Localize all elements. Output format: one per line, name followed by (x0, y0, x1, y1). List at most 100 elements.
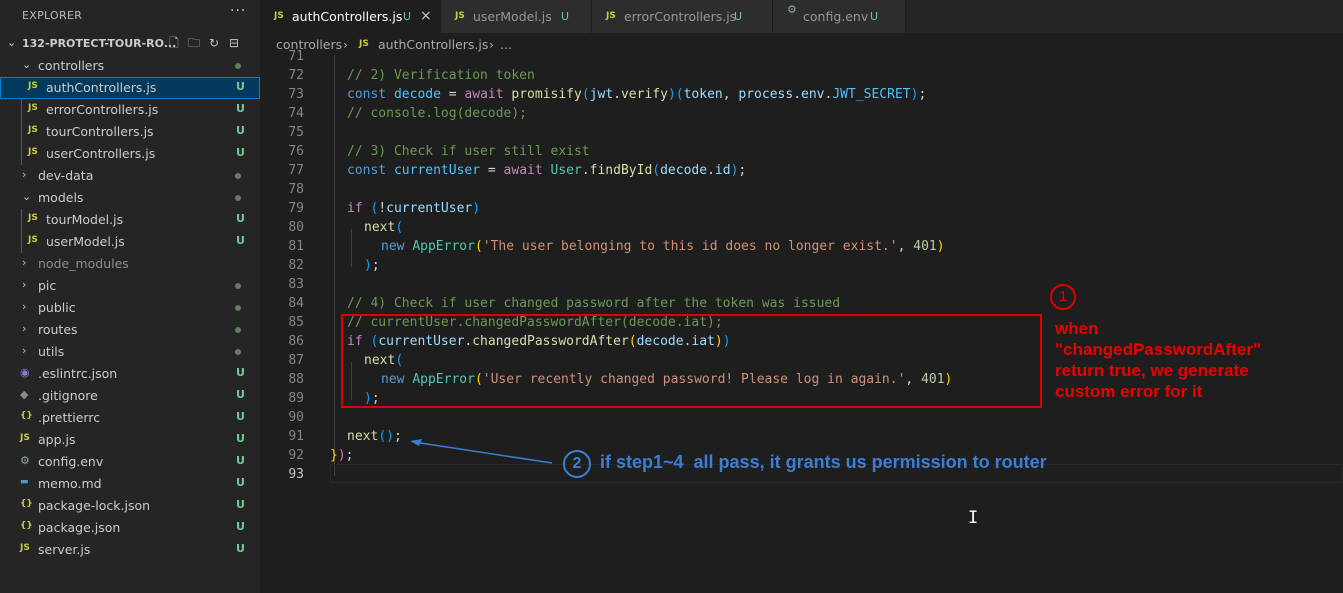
folder-dev-data[interactable]: › dev-data (0, 165, 260, 187)
tree-item-label: .gitignore (38, 388, 98, 403)
untracked-badge: U (236, 388, 245, 401)
tree-item-label: .prettierrc (38, 410, 101, 425)
code-line-81: 81 new AppError('The user belonging to t… (260, 238, 1343, 257)
modified-dot (235, 63, 241, 69)
code-line-78: 78 (260, 181, 1343, 200)
chevron-right-icon: › (22, 322, 27, 335)
untracked-badge: U (236, 410, 245, 423)
folder-public[interactable]: › public (0, 297, 260, 319)
file-usercontrollers[interactable]: JS userControllers.js U (0, 143, 260, 165)
code-comment: // 3) Check if user still exist (347, 144, 590, 159)
code-line-71: 71 (260, 48, 1343, 67)
code-line-73: 73 const decode = await promisify(jwt.ve… (260, 86, 1343, 105)
untracked-badge: U (236, 124, 245, 137)
more-actions-icon[interactable]: ··· (230, 3, 246, 19)
folder-node-modules[interactable]: › node_modules (0, 253, 260, 275)
untracked-badge: U (236, 234, 245, 247)
code-text: const currentUser = await User.findById(… (347, 163, 747, 178)
line-number: 92 (288, 448, 304, 463)
folder-controllers[interactable]: ⌄ controllers (0, 55, 260, 77)
untracked-badge: U (236, 102, 245, 115)
tree-item-label: package-lock.json (38, 498, 151, 513)
file-prettierrc[interactable]: {} .prettierrc U (0, 407, 260, 429)
untracked-badge: U (236, 432, 245, 445)
untracked-badge: U (561, 10, 570, 23)
file-server-js[interactable]: JS server.js U (0, 539, 260, 561)
file-tourcontrollers[interactable]: JS tourControllers.js U (0, 121, 260, 143)
tree-item-label: authControllers.js (46, 80, 157, 95)
tab-config-env[interactable]: ⚙ config.env U (773, 0, 906, 33)
gear-icon: ⚙ (787, 3, 797, 16)
tab-usermodel[interactable]: JS userModel.js U (441, 0, 592, 33)
untracked-badge: U (236, 542, 245, 555)
untracked-badge: U (403, 10, 412, 23)
code-comment: // 4) Check if user changed password aft… (347, 296, 841, 311)
file-config-env[interactable]: ⚙ config.env U (0, 451, 260, 473)
file-memo-md[interactable]: ▬ memo.md U (0, 473, 260, 495)
line-number: 89 (288, 391, 304, 406)
code-line-74: 74 // console.log(decode); (260, 105, 1343, 124)
code-text: }); (330, 448, 354, 463)
folder-models[interactable]: ⌄ models (0, 187, 260, 209)
line-number: 91 (288, 429, 304, 444)
project-folder-header[interactable]: ⌄ 132-PROTECT-TOUR-RO... 🗋 🗀 ↻ ⊟ (0, 33, 260, 55)
file-eslintrc[interactable]: ◉ .eslintrc.json U (0, 363, 260, 385)
editor-tab-bar: JS authControllers.js U × JS userModel.j… (260, 0, 1343, 33)
step-1-note: when "changedPasswordAfter" return true,… (1055, 318, 1343, 402)
folder-pic[interactable]: › pic (0, 275, 260, 297)
chevron-down-icon: ⌄ (22, 58, 32, 71)
js-file-icon: JS (455, 11, 465, 21)
modified-dot (235, 327, 241, 333)
folder-routes[interactable]: › routes (0, 319, 260, 341)
js-file-icon: JS (28, 235, 38, 245)
code-line-77: 77 const currentUser = await User.findBy… (260, 162, 1343, 181)
chevron-right-icon: › (22, 256, 27, 269)
line-number: 79 (288, 201, 304, 216)
line-number: 90 (288, 410, 304, 425)
collapse-all-icon[interactable]: ⊟ (226, 35, 242, 51)
modified-dot (235, 349, 241, 355)
tab-authcontrollers[interactable]: JS authControllers.js U × (260, 0, 441, 33)
file-authcontrollers[interactable]: JS authControllers.js U (0, 77, 260, 99)
chevron-right-icon: › (22, 344, 27, 357)
js-file-icon: JS (28, 147, 38, 157)
refresh-icon[interactable]: ↻ (206, 35, 222, 51)
file-gitignore[interactable]: ◆ .gitignore U (0, 385, 260, 407)
file-usermodel[interactable]: JS userModel.js U (0, 231, 260, 253)
js-file-icon: JS (28, 213, 38, 223)
explorer-title: EXPLORER (22, 9, 83, 22)
annotation-arrow (410, 439, 553, 464)
untracked-badge: U (236, 212, 245, 225)
note-line: return true, we generate (1055, 361, 1249, 380)
tree-item-label: memo.md (38, 476, 102, 491)
js-file-icon: JS (20, 433, 30, 443)
new-file-icon[interactable]: 🗋 (166, 35, 182, 51)
line-number: 87 (288, 353, 304, 368)
line-number: 74 (288, 106, 304, 121)
line-number: 86 (288, 334, 304, 349)
line-number: 88 (288, 372, 304, 387)
tab-errorcontrollers[interactable]: JS errorControllers.js U (592, 0, 773, 33)
close-icon[interactable]: × (420, 8, 432, 24)
file-package-lock[interactable]: {} package-lock.json U (0, 495, 260, 517)
modified-dot (235, 305, 241, 311)
code-line-90: 90 (260, 409, 1343, 428)
line-number: 82 (288, 258, 304, 273)
chevron-right-icon: › (22, 168, 27, 181)
code-line-82: 82 ); (260, 257, 1343, 276)
code-line-76: 76 // 3) Check if user still exist (260, 143, 1343, 162)
file-app-js[interactable]: JS app.js U (0, 429, 260, 451)
chevron-right-icon: › (22, 278, 27, 291)
code-line-83: 83 (260, 276, 1343, 295)
tree-item-label: models (38, 190, 84, 205)
code-comment: // 2) Verification token (347, 68, 535, 83)
file-tourmodel[interactable]: JS tourModel.js U (0, 209, 260, 231)
markdown-icon: ▬ (20, 477, 29, 487)
file-errorcontrollers[interactable]: JS errorControllers.js U (0, 99, 260, 121)
new-folder-icon[interactable]: 🗀 (186, 35, 202, 51)
code-line-75: 75 (260, 124, 1343, 143)
file-package-json[interactable]: {} package.json U (0, 517, 260, 539)
code-line-72: 72 // 2) Verification token (260, 67, 1343, 86)
code-line-80: 80 next( (260, 219, 1343, 238)
folder-utils[interactable]: › utils (0, 341, 260, 363)
